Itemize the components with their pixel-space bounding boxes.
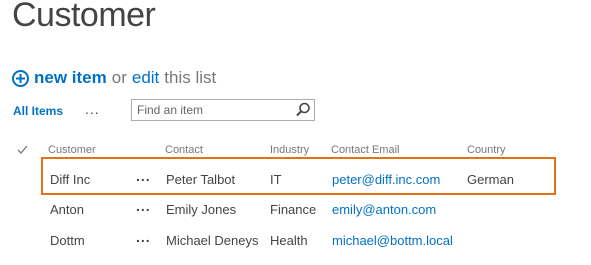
edit-list-link[interactable]: edit bbox=[132, 68, 159, 88]
column-header-country[interactable]: Country bbox=[467, 144, 506, 156]
view-all-items[interactable]: All Items bbox=[13, 104, 63, 118]
cell-customer[interactable]: Anton bbox=[50, 202, 84, 217]
row-actions-ellipsis[interactable]: ... bbox=[136, 229, 151, 245]
cell-email-link[interactable]: peter@diff.inc.com bbox=[332, 172, 440, 187]
this-list-text: this list bbox=[164, 68, 217, 87]
plus-icon bbox=[16, 73, 25, 83]
column-header-contact[interactable]: Contact bbox=[165, 144, 203, 156]
search-box bbox=[131, 99, 315, 121]
column-header-customer[interactable]: Customer bbox=[48, 144, 96, 156]
or-text: or bbox=[111, 68, 127, 87]
cell-industry: Health bbox=[270, 233, 308, 248]
magnifier-icon bbox=[296, 102, 310, 117]
cell-industry: Finance bbox=[270, 202, 317, 217]
cell-email-link[interactable]: emily@anton.com bbox=[332, 202, 436, 217]
command-bar: new item or edit this list bbox=[12, 66, 216, 90]
cell-customer[interactable]: Dottm bbox=[50, 233, 85, 248]
select-all-checkmark[interactable] bbox=[17, 142, 28, 160]
cell-contact: Emily Jones bbox=[166, 202, 237, 217]
cell-contact: Peter Talbot bbox=[166, 172, 236, 187]
checkmark-icon bbox=[17, 145, 28, 154]
table-row[interactable]: Diff Inc ... Peter Talbot IT peter@diff.… bbox=[0, 162, 591, 196]
column-header-contact-email[interactable]: Contact Email bbox=[331, 144, 399, 156]
new-item-link[interactable]: new item bbox=[34, 68, 107, 88]
cell-country: German bbox=[467, 172, 514, 187]
search-input[interactable] bbox=[132, 100, 302, 120]
cell-email-link[interactable]: michael@bottm.local bbox=[332, 233, 453, 248]
row-actions-ellipsis[interactable]: ... bbox=[136, 168, 151, 184]
cell-customer[interactable]: Diff Inc bbox=[50, 172, 90, 187]
column-header-industry[interactable]: Industry bbox=[270, 144, 309, 156]
table-row[interactable]: Dottm ... Michael Deneys Health michael@… bbox=[0, 223, 591, 257]
table-row[interactable]: Anton ... Emily Jones Finance emily@anto… bbox=[0, 193, 591, 227]
page-title: Customer bbox=[12, 0, 156, 34]
row-actions-ellipsis[interactable]: ... bbox=[136, 198, 151, 214]
plus-circle-icon[interactable] bbox=[12, 69, 29, 87]
cell-contact: Michael Deneys bbox=[166, 233, 259, 248]
view-options-ellipsis[interactable]: ... bbox=[85, 101, 100, 117]
search-button[interactable] bbox=[294, 101, 312, 119]
cell-industry: IT bbox=[270, 172, 282, 187]
